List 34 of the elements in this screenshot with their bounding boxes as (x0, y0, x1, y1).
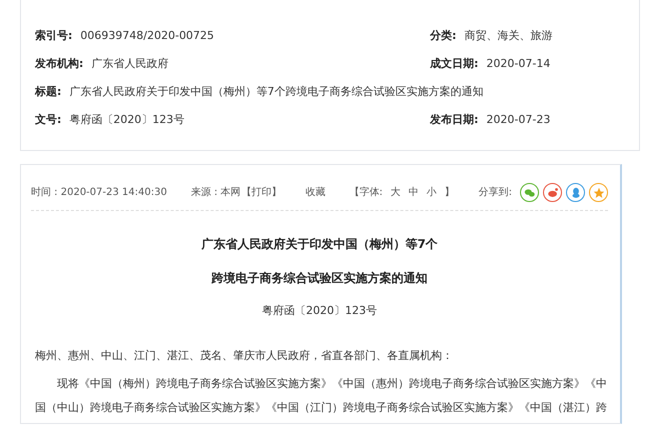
paragraph-text: 梅州、惠州、中山、江门、湛江、茂名、肇庆市人民政府，省直各部门、各直属机构： (35, 348, 454, 364)
font-size-link[interactable]: 中 (408, 185, 419, 200)
share-button[interactable] (520, 183, 539, 202)
field-value: 粤府函〔2020〕123号 (69, 112, 184, 128)
source-text: 来源 : 本网 (190, 186, 241, 200)
star-icon (592, 186, 606, 200)
field-label: 文号: (35, 112, 62, 128)
print-link[interactable]: 【打印】 (241, 185, 282, 200)
field-label: 发布机构: (35, 56, 84, 72)
share-button[interactable] (543, 183, 562, 202)
field-value: 2020-07-23 (486, 112, 550, 128)
article-title: 广东省人民政府关于印发中国（梅州）等7个 (201, 236, 438, 253)
share-button[interactable] (589, 183, 608, 202)
document-number: 粤府函〔2020〕123号 (262, 303, 377, 319)
bracket-text: 】 (444, 186, 455, 200)
field-value: 商贸、海关、旅游 (464, 28, 552, 44)
publish-time: 时间 : 2020-07-23 14:40:30 (31, 186, 167, 200)
font-size-link[interactable]: 小 (426, 185, 437, 200)
font-size-link[interactable]: 大 (390, 185, 401, 200)
font-size-label: 【字体: (349, 186, 383, 200)
field-label: 标题: (35, 84, 62, 100)
field-value: 006939748/2020-00725 (80, 28, 214, 44)
share-button[interactable] (566, 183, 585, 202)
paragraph-text: 现将《中国（梅州）跨境电子商务综合试验区实施方案》《中国（惠州）跨境电子商务综合试验区实施方案》《中国（中山）跨境电子商务综合试验区实施方案》《中国（江门）跨境电子商务综合试验区实施方案》《中国（湛江）跨 (35, 376, 608, 416)
field-value: 2020-07-14 (486, 56, 550, 72)
share-label: 分享到: (478, 186, 512, 200)
field-label: 分类: (430, 28, 456, 44)
field-label: 发布日期: (430, 112, 478, 128)
field-value: 广东省人民政府 (91, 56, 168, 72)
favorite-link[interactable]: 收藏 (305, 185, 326, 200)
field-value: 广东省人民政府关于印发中国（梅州）等7个跨境电子商务综合试验区实施方案的通知 (69, 84, 484, 100)
field-label: 成文日期: (430, 56, 478, 72)
field-label: 索引号: (35, 28, 72, 44)
article-title: 跨境电子商务综合试验区实施方案的通知 (212, 270, 428, 287)
